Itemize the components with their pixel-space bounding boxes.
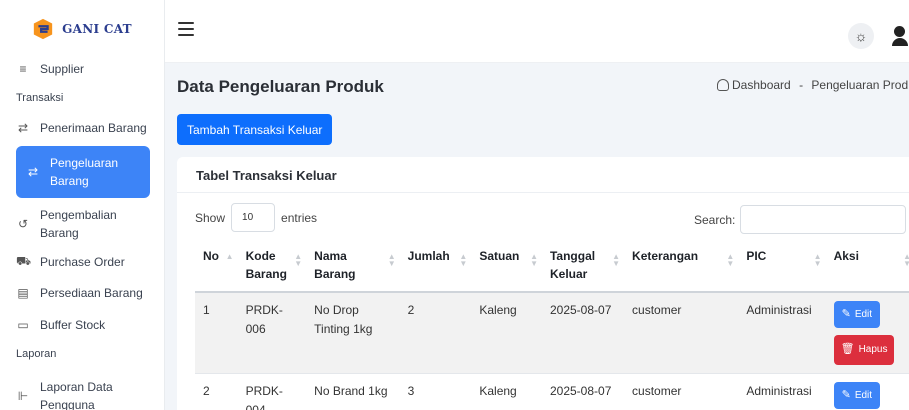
- sidebar-item-label: Purchase Order: [40, 255, 125, 269]
- sidebar-section-transaksi: Transaksi: [16, 92, 64, 104]
- brand-logo-icon: [33, 18, 53, 40]
- breadcrumb: Dashboard - Pengeluaran Prod: [717, 78, 908, 92]
- search-label: Search:: [694, 212, 736, 227]
- sidebar-item-penerimaan-barang[interactable]: ⇄ Penerimaan Barang: [16, 121, 150, 135]
- sidebar-item-label: Persediaan Barang: [40, 286, 143, 300]
- sort-icon: ▲ ▼: [726, 252, 735, 268]
- cell-no: 1: [195, 292, 238, 374]
- swap-icon: ⇄: [27, 165, 39, 179]
- column-header-jumlah[interactable]: Jumlah ▲ ▼: [399, 239, 472, 293]
- entries-select[interactable]: 10: [231, 203, 276, 232]
- sidebar-item-label: Pengeluaran Barang: [50, 156, 119, 188]
- swap-icon: ⇄: [17, 121, 29, 135]
- sidebar-item-label: Pengembalian Barang: [40, 208, 117, 240]
- cell-nama-barang: No Brand 1kg: [306, 373, 400, 410]
- cart-icon: ⛟: [16, 254, 32, 268]
- sort-icon: ▲ ▼: [612, 252, 621, 268]
- cell-tanggal-keluar: 2025-08-07: [541, 373, 625, 410]
- entries-control: Show 10 entries: [195, 203, 317, 232]
- transactions-card: Tabel Transaksi Keluar Show 10 entries S…: [177, 157, 909, 410]
- add-transaction-button[interactable]: Tambah Transaksi Keluar: [177, 114, 333, 145]
- cell-tanggal-keluar: 2025-08-07: [541, 292, 625, 374]
- cell-kode-barang: PRDK-004: [237, 373, 307, 410]
- cell-keterangan: customer: [624, 292, 739, 374]
- edit-button[interactable]: ✎ Edit: [833, 382, 881, 409]
- user-icon[interactable]: [892, 26, 908, 48]
- sort-icon: ▲ ▼: [459, 252, 468, 268]
- column-header-no[interactable]: No ▲: [195, 239, 238, 293]
- sidebar-item-label: Laporan Data Pengguna: [40, 380, 113, 410]
- breadcrumb-current: Pengeluaran Prod: [811, 78, 909, 92]
- trash-icon: 🗑: [840, 343, 855, 356]
- sidebar-section-laporan: Laporan: [16, 348, 57, 360]
- cell-jumlah: 2: [399, 292, 472, 374]
- edit-icon: ✎: [841, 388, 851, 401]
- cell-no: 2: [195, 373, 238, 410]
- return-icon: ↺: [17, 217, 29, 231]
- breadcrumb-separator: -: [799, 78, 804, 92]
- sidebar-item-buffer-stock[interactable]: ▭ Buffer Stock: [16, 318, 150, 332]
- brand[interactable]: GANI CAT: [0, 0, 164, 58]
- topbar: ☼: [165, 0, 909, 63]
- sidebar-item-laporan-data-pengguna[interactable]: ⊩ Laporan Data Pengguna: [16, 378, 150, 410]
- sidebar-item-label: Buffer Stock: [40, 318, 106, 332]
- search-input[interactable]: [740, 205, 907, 234]
- cell-satuan: Kaleng: [471, 292, 542, 374]
- entries-label: entries: [281, 210, 318, 225]
- home-icon: [717, 79, 729, 91]
- page-title: Data Pengeluaran Produk: [177, 77, 384, 96]
- archive-icon: ▭: [17, 318, 29, 332]
- table-header-row: No ▲ Kode Barang ▲ ▼ Nama Barang ▲ ▼ Jumlah ▲ ▼…: [195, 239, 909, 293]
- breadcrumb-home[interactable]: Dashboard: [732, 78, 791, 92]
- brand-name: GANI CAT: [62, 22, 132, 36]
- report-icon: ⊩: [17, 389, 29, 403]
- box-icon: ▤: [17, 286, 29, 300]
- hamburger-menu-icon[interactable]: [178, 22, 194, 36]
- sort-icon: ▲ ▼: [813, 252, 822, 268]
- search-control: Search:: [694, 205, 907, 234]
- column-header-satuan[interactable]: Satuan ▲ ▼: [471, 239, 542, 293]
- cell-pic: Administrasi: [738, 292, 826, 374]
- edit-icon: ✎: [841, 307, 851, 320]
- column-header-kode-barang[interactable]: Kode Barang ▲ ▼: [237, 239, 307, 293]
- transactions-table: No ▲ Kode Barang ▲ ▼ Nama Barang ▲ ▼ Jumlah ▲ ▼…: [195, 239, 909, 410]
- list-icon: ≡: [19, 62, 27, 76]
- sort-icon: ▲ ▼: [294, 252, 303, 268]
- sidebar-item-label: Penerimaan Barang: [40, 121, 147, 135]
- sort-icon: ▲ ▼: [387, 252, 396, 268]
- sort-icon: ▲ ▼: [903, 252, 909, 268]
- cell-aksi: ✎ Edit 🗑 Hapus: [825, 292, 909, 374]
- sidebar-item-pengeluaran-barang[interactable]: ⇄ Pengeluaran Barang: [16, 146, 150, 198]
- table-row: 1 PRDK-006 No Drop Tinting 1kg 2 Kaleng …: [195, 292, 909, 374]
- theme-toggle-icon[interactable]: ☼: [848, 23, 874, 49]
- column-header-keterangan[interactable]: Keterangan ▲ ▼: [624, 239, 739, 293]
- cell-keterangan: customer: [624, 373, 739, 410]
- column-header-tanggal-keluar[interactable]: Tanggal Keluar ▲ ▼: [541, 239, 625, 293]
- sidebar-item-label: Supplier: [40, 62, 85, 76]
- cell-satuan: Kaleng: [471, 373, 542, 410]
- column-header-pic[interactable]: PIC ▲ ▼: [738, 239, 826, 293]
- sidebar-item-supplier[interactable]: ≡ Supplier: [16, 62, 150, 76]
- sidebar: GANI CAT ≡ Supplier Transaksi ⇄ Penerima…: [0, 0, 165, 410]
- column-header-nama-barang[interactable]: Nama Barang ▲ ▼: [306, 239, 400, 293]
- edit-button[interactable]: ✎ Edit: [833, 301, 881, 328]
- cell-kode-barang: PRDK-006: [237, 292, 307, 374]
- sort-icon: ▲: [225, 252, 234, 261]
- delete-button[interactable]: 🗑 Hapus: [833, 335, 895, 365]
- sidebar-item-persediaan-barang[interactable]: ▤ Persediaan Barang: [16, 286, 150, 300]
- show-label: Show: [195, 210, 226, 225]
- column-header-aksi[interactable]: Aksi ▲ ▼: [825, 239, 909, 293]
- card-title: Tabel Transaksi Keluar: [177, 157, 909, 193]
- cell-jumlah: 3: [399, 373, 472, 410]
- cell-pic: Administrasi: [738, 373, 826, 410]
- table-row: 2 PRDK-004 No Brand 1kg 3 Kaleng 2025-08…: [195, 373, 909, 410]
- cell-nama-barang: No Drop Tinting 1kg: [306, 292, 400, 374]
- sidebar-item-pengembalian-barang[interactable]: ↺ Pengembalian Barang: [16, 206, 150, 242]
- cell-aksi: ✎ Edit: [825, 373, 909, 410]
- sidebar-item-purchase-order[interactable]: ⛟ Purchase Order: [16, 254, 150, 270]
- sort-icon: ▲ ▼: [530, 252, 538, 268]
